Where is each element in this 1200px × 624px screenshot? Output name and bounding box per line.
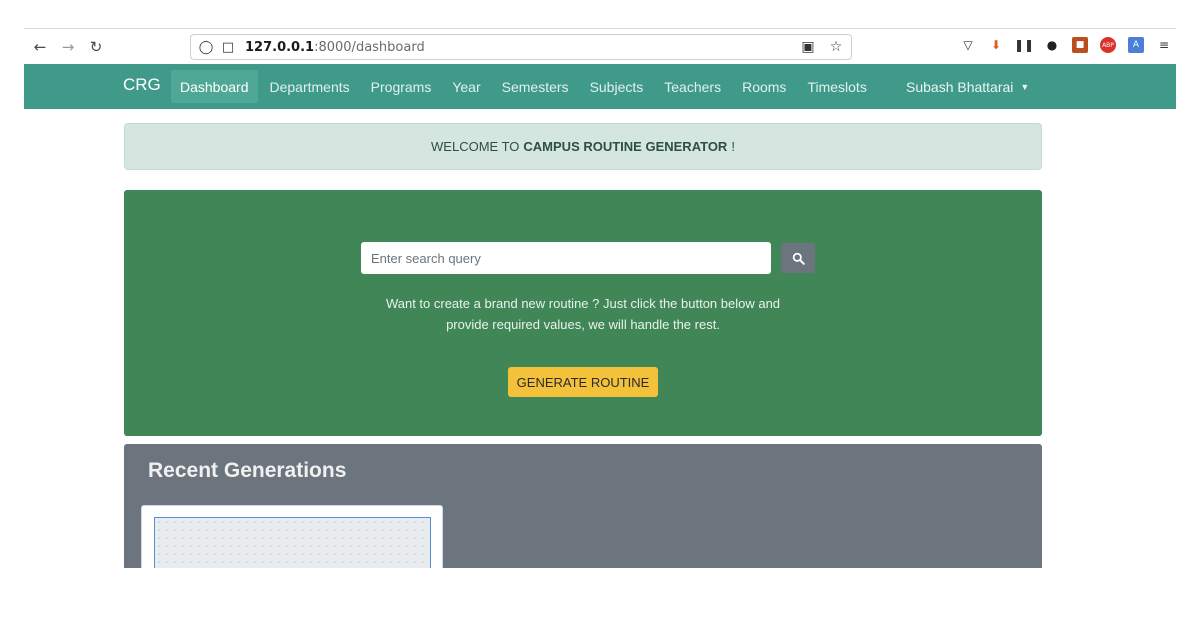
hero-description: Want to create a brand new routine ? Jus…: [324, 293, 842, 335]
user-dropdown[interactable]: Subash Bhattarai ▼: [906, 64, 1029, 109]
nav-item-dashboard[interactable]: Dashboard: [171, 70, 258, 103]
hero-panel: Want to create a brand new routine ? Jus…: [124, 190, 1042, 436]
nav-item-teachers[interactable]: Teachers: [655, 70, 730, 103]
shield-icon[interactable]: ◯: [197, 38, 215, 56]
translate-icon[interactable]: ▣: [799, 38, 817, 56]
arrow-right-icon[interactable]: →: [54, 33, 82, 61]
extensions-toolbar: ▽ ⬇ ❚❚ ● ■ ABP A ≡: [960, 37, 1172, 53]
reload-icon[interactable]: ↻: [82, 33, 110, 61]
main-navbar: CRG Dashboard Departments Programs Year …: [24, 64, 1176, 109]
extension-orange-icon[interactable]: ■: [1072, 37, 1088, 53]
library-icon[interactable]: ❚❚: [1014, 37, 1034, 53]
welcome-prefix: WELCOME TO: [431, 139, 520, 154]
nav-item-semesters[interactable]: Semesters: [493, 70, 578, 103]
browser-nav-buttons: ← → ↻: [24, 33, 110, 61]
nav-item-year[interactable]: Year: [443, 70, 489, 103]
bookmark-star-icon[interactable]: ☆: [827, 38, 845, 56]
brand-logo[interactable]: CRG: [123, 75, 161, 95]
url-bar[interactable]: ◯ □ 127.0.0.1:8000/dashboard ▣ ☆: [190, 34, 852, 60]
arrow-left-icon[interactable]: ←: [26, 33, 54, 61]
generate-routine-button[interactable]: GENERATE ROUTINE: [508, 367, 658, 397]
welcome-alert: WELCOME TO CAMPUS ROUTINE GENERATOR !: [124, 123, 1042, 170]
nav-links: Dashboard Departments Programs Year Seme…: [171, 64, 879, 109]
welcome-suffix: !: [731, 139, 735, 154]
search-button[interactable]: [781, 243, 815, 273]
generation-card[interactable]: [141, 505, 443, 568]
hero-description-line-1: Want to create a brand new routine ? Jus…: [385, 296, 781, 311]
search-input[interactable]: [361, 242, 771, 274]
menu-icon[interactable]: ≡: [1156, 37, 1172, 53]
url-text[interactable]: 127.0.0.1:8000/dashboard: [245, 40, 425, 55]
download-icon[interactable]: ⬇: [988, 37, 1004, 53]
nav-item-timeslots[interactable]: Timeslots: [798, 70, 875, 103]
nav-item-departments[interactable]: Departments: [261, 70, 359, 103]
nav-item-rooms[interactable]: Rooms: [733, 70, 795, 103]
nav-item-programs[interactable]: Programs: [362, 70, 441, 103]
recent-generations-title: Recent Generations: [148, 459, 347, 482]
pocket-icon[interactable]: ▽: [960, 37, 976, 53]
caret-down-icon: ▼: [1020, 81, 1030, 92]
url-host: 127.0.0.1: [245, 39, 315, 55]
welcome-app-name: CAMPUS ROUTINE GENERATOR: [523, 139, 728, 154]
hero-description-line-2: provide required values, we will handle …: [446, 317, 720, 332]
url-path: :8000/dashboard: [314, 39, 425, 55]
generation-card-preview: [154, 517, 431, 568]
adblock-icon[interactable]: ABP: [1100, 37, 1116, 53]
extension-dark-icon[interactable]: ●: [1044, 37, 1060, 53]
page-icon[interactable]: □: [219, 38, 237, 56]
user-name: Subash Bhattarai: [906, 78, 1014, 95]
search-icon: [792, 252, 805, 265]
translate-extension-icon[interactable]: A: [1128, 37, 1144, 53]
url-actions: ▣ ☆: [799, 38, 845, 56]
nav-item-subjects[interactable]: Subjects: [581, 70, 653, 103]
recent-generations-section: Recent Generations: [124, 444, 1042, 568]
browser-toolbar: ← → ↻ ◯ □ 127.0.0.1:8000/dashboard ▣ ☆ ▽…: [24, 28, 1176, 64]
